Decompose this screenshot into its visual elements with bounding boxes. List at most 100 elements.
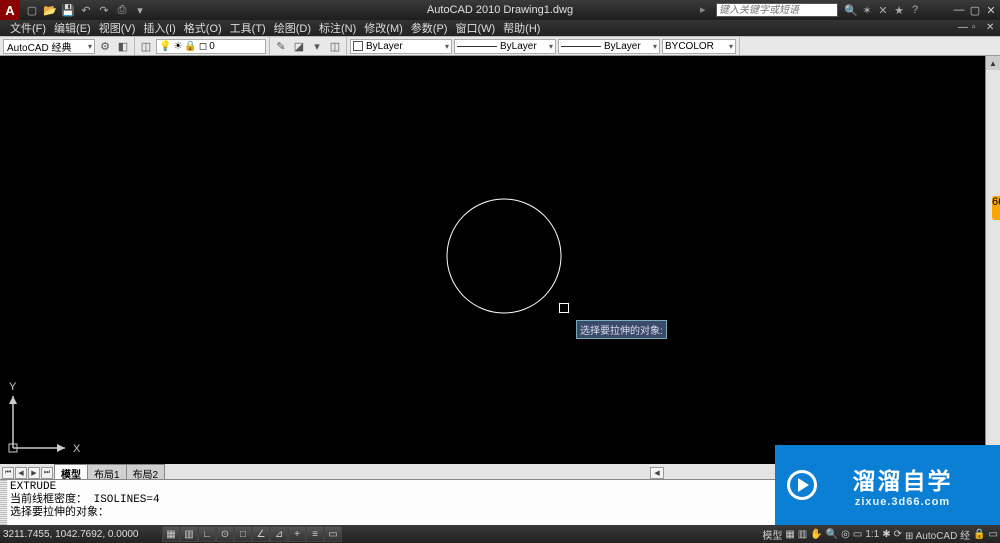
- workspace-combo[interactable]: AutoCAD 经典: [3, 39, 95, 54]
- help-icon[interactable]: ?: [908, 3, 922, 17]
- layer-match-icon[interactable]: ◫: [327, 38, 343, 54]
- ortho-toggle[interactable]: ∟: [198, 526, 216, 542]
- steering-icon[interactable]: ◎: [841, 529, 850, 540]
- layer-combo-value: 0: [209, 41, 215, 52]
- search-area: ▸ 🔍 ✶ ✕ ★ ?: [700, 3, 926, 17]
- color-combo[interactable]: ByLayer: [350, 39, 452, 54]
- linetype-combo[interactable]: ByLayer: [454, 39, 556, 54]
- workspace-status[interactable]: ⊞ AutoCAD 经: [905, 527, 970, 542]
- anno-vis-icon[interactable]: ✱: [882, 529, 890, 540]
- osnap-toggle[interactable]: □: [234, 526, 252, 542]
- command-handle[interactable]: [0, 480, 7, 525]
- drawn-circle: [444, 196, 564, 316]
- search-icon[interactable]: 🔍: [844, 3, 858, 17]
- exchange-icon[interactable]: ✕: [876, 3, 890, 17]
- app-logo[interactable]: A: [0, 0, 20, 20]
- menu-file[interactable]: 文件(F): [6, 20, 50, 36]
- grid-toggle[interactable]: ▥: [180, 526, 198, 542]
- dyn-toggle[interactable]: +: [288, 526, 306, 542]
- layer-sun-icon: ☀: [173, 41, 182, 52]
- title-bar: A ▢ 📂 💾 ↶ ↷ ⎙ ▾ AutoCAD 2010 Drawing1.dw…: [0, 0, 1000, 20]
- menu-format[interactable]: 格式(O): [180, 20, 226, 36]
- close-button[interactable]: ✕: [984, 4, 998, 16]
- tab-last-icon[interactable]: ⏭: [41, 467, 53, 479]
- print-icon[interactable]: ⎙: [114, 2, 130, 18]
- doc-restore-button[interactable]: ▫: [972, 22, 984, 34]
- menu-tools[interactable]: 工具(T): [226, 20, 270, 36]
- redo-icon[interactable]: ↷: [96, 2, 112, 18]
- layer-manager-icon[interactable]: ◫: [138, 38, 154, 54]
- doc-close-button[interactable]: ✕: [986, 22, 998, 34]
- svg-text:X: X: [73, 443, 81, 455]
- lock-icon[interactable]: 🔒: [973, 529, 985, 540]
- vertical-scrollbar[interactable]: ▲ ▼: [985, 56, 1000, 464]
- otrack-toggle[interactable]: ∠: [252, 526, 270, 542]
- lwt-toggle[interactable]: ≡: [306, 526, 324, 542]
- anno-auto-icon[interactable]: ⟳: [894, 529, 902, 540]
- qview-layout-icon[interactable]: ▥: [798, 529, 807, 540]
- ws-tool-icon[interactable]: ◧: [115, 38, 131, 54]
- search-input[interactable]: [716, 3, 838, 17]
- showmotion-icon[interactable]: ▭: [853, 529, 862, 540]
- layer-state-icon[interactable]: ✎: [273, 38, 289, 54]
- side-badge[interactable]: 66: [992, 196, 1000, 220]
- menu-window[interactable]: 窗口(W): [451, 20, 499, 36]
- menu-help[interactable]: 帮助(H): [499, 20, 544, 36]
- lineweight-combo[interactable]: ByLayer: [558, 39, 660, 54]
- qview-icon[interactable]: ▦: [785, 529, 794, 540]
- bycolor-combo-value: BYCOLOR: [665, 41, 714, 52]
- ducs-toggle[interactable]: ⊿: [270, 526, 288, 542]
- qat-dropdown-icon[interactable]: ▾: [132, 2, 148, 18]
- doc-minimize-button[interactable]: —: [958, 22, 970, 34]
- menu-insert[interactable]: 插入(I): [139, 20, 179, 36]
- lineweight-combo-value: ByLayer: [604, 41, 641, 52]
- menu-modify[interactable]: 修改(M): [360, 20, 407, 36]
- layer-combo[interactable]: 💡 ☀ 🔒 ◻ 0: [156, 39, 266, 54]
- ucs-icon: X Y: [5, 378, 85, 458]
- new-icon[interactable]: ▢: [24, 2, 40, 18]
- title-text: AutoCAD 2010 Drawing1.dwg: [427, 4, 573, 16]
- quick-access-toolbar: ▢ 📂 💾 ↶ ↷ ⎙ ▾: [20, 2, 152, 18]
- menu-dim[interactable]: 标注(N): [315, 20, 360, 36]
- command-tooltip: 选择要拉伸的对象:: [576, 320, 667, 339]
- subscription-icon[interactable]: ✶: [860, 3, 874, 17]
- menu-param[interactable]: 参数(P): [407, 20, 452, 36]
- zoom-icon[interactable]: 🔍: [826, 529, 838, 540]
- search-triangle-icon[interactable]: ▸: [700, 3, 714, 17]
- layer-prev-icon[interactable]: ▾: [309, 38, 325, 54]
- coords-display[interactable]: 3211.7455, 1042.7692, 0.0000: [3, 529, 158, 540]
- bycolor-combo[interactable]: BYCOLOR: [662, 39, 736, 54]
- layer-iso-icon[interactable]: ◪: [291, 38, 307, 54]
- menu-view[interactable]: 视图(V): [95, 20, 140, 36]
- qp-toggle[interactable]: ▭: [324, 526, 342, 542]
- open-icon[interactable]: 📂: [42, 2, 58, 18]
- status-toggles: ▦ ▥ ∟ ⊙ □ ∠ ⊿ + ≡ ▭: [162, 526, 342, 542]
- minimize-button[interactable]: —: [952, 4, 966, 16]
- watermark-small: zixue.3d66.com: [853, 496, 953, 508]
- modelspace-button[interactable]: 模型: [762, 527, 782, 542]
- svg-text:Y: Y: [9, 381, 17, 393]
- cleanscreen-icon[interactable]: ▭: [989, 529, 998, 540]
- favorite-icon[interactable]: ★: [892, 3, 906, 17]
- tab-prev-icon[interactable]: ◀: [15, 467, 27, 479]
- polar-toggle[interactable]: ⊙: [216, 526, 234, 542]
- ws-settings-icon[interactable]: ⚙: [97, 38, 113, 54]
- scroll-up-icon[interactable]: ▲: [986, 56, 1000, 70]
- drawing-canvas[interactable]: 选择要拉伸的对象: X Y ▲ ▼ 66 ⏮ ◀ ▶ ⏭ 模型 布局1 布局2 …: [0, 56, 1000, 482]
- tab-next-icon[interactable]: ▶: [28, 467, 40, 479]
- status-bar: 3211.7455, 1042.7692, 0.0000 ▦ ▥ ∟ ⊙ □ ∠…: [0, 525, 1000, 543]
- undo-icon[interactable]: ↶: [78, 2, 94, 18]
- play-icon: [787, 470, 817, 500]
- save-icon[interactable]: 💾: [60, 2, 76, 18]
- watermark-big: 溜溜自学: [853, 462, 953, 496]
- snap-toggle[interactable]: ▦: [162, 526, 180, 542]
- scale-combo[interactable]: 1:1: [865, 529, 879, 540]
- toolbar-row: AutoCAD 经典 ⚙ ◧ ◫ 💡 ☀ 🔒 ◻ 0 ✎ ◪ ▾ ◫ ByLay…: [0, 36, 1000, 56]
- tab-first-icon[interactable]: ⏮: [2, 467, 14, 479]
- pan-icon[interactable]: ✋: [810, 529, 822, 540]
- layer-color-icon: ◻: [199, 41, 207, 52]
- menu-edit[interactable]: 编辑(E): [50, 20, 95, 36]
- hscroll-left-icon[interactable]: ◀: [650, 467, 664, 479]
- maximize-button[interactable]: ▢: [968, 4, 982, 16]
- menu-draw[interactable]: 绘图(D): [270, 20, 315, 36]
